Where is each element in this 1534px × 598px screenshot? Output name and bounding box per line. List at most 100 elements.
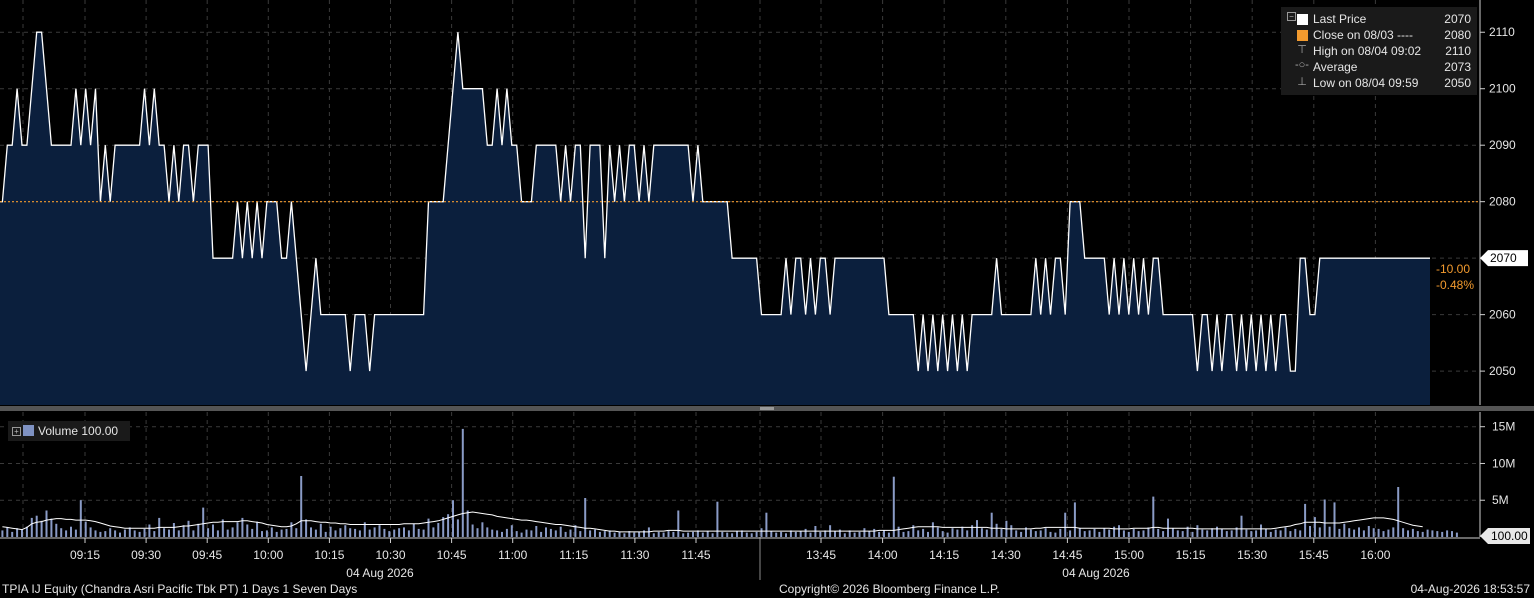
volume-bar [785, 533, 787, 537]
volume-bar [1348, 528, 1351, 537]
volume-bar [618, 531, 621, 537]
volume-bar [652, 533, 655, 537]
volume-bar [324, 531, 327, 537]
volume-legend[interactable]: + Volume 100.00 [8, 421, 130, 441]
legend-value: 2073 [1444, 60, 1471, 74]
price-area-fill [0, 32, 1430, 405]
volume-bar [1451, 531, 1453, 537]
time-tick-label: 15:45 [1299, 548, 1329, 562]
volume-bar [657, 531, 660, 537]
volume-bar [280, 529, 283, 537]
volume-bar [569, 529, 572, 537]
volume-bar [1, 530, 4, 537]
volume-bar [378, 525, 381, 537]
volume-bar [750, 533, 753, 537]
volume-bar [505, 528, 508, 537]
volume-bar [623, 533, 626, 537]
volume-bar [1387, 529, 1390, 537]
volume-bar [35, 515, 38, 537]
close-swatch [1297, 30, 1308, 41]
volume-bar [1426, 529, 1429, 537]
volume-bar [329, 526, 332, 537]
volume-bar [16, 528, 19, 537]
volume-bar [1059, 528, 1062, 537]
volume-bar [1255, 530, 1258, 537]
volume-bar [368, 529, 371, 537]
volume-bar [45, 510, 48, 537]
time-tick-label: 10:45 [437, 548, 467, 562]
volume-bar [1313, 517, 1316, 537]
legend-label: High on 08/04 09:02 [1313, 44, 1422, 58]
volume-bar [1299, 530, 1302, 537]
volume-bar [187, 520, 190, 537]
volume-bars [1, 428, 1458, 537]
volume-bar [403, 527, 405, 537]
volume-bar [123, 529, 126, 537]
price-legend[interactable]: − Last Price 2070 Close on 08/03 ---- 20… [1281, 7, 1477, 95]
volume-bar [1073, 502, 1076, 537]
legend-row-high: ⊤ High on 08/04 09:02 2110 [1281, 43, 1477, 59]
volume-bar [873, 528, 876, 537]
volume-bar [398, 528, 401, 537]
volume-bar [491, 529, 494, 537]
price-tick-label: 2080 [1489, 195, 1516, 209]
volume-bar [11, 531, 14, 537]
volume-bar [172, 523, 175, 537]
last-price-badge-label: 2070 [1490, 251, 1517, 265]
volume-bar [133, 530, 136, 537]
volume-bar [197, 523, 200, 537]
time-tick-label: 10:30 [375, 548, 405, 562]
volume-bar [1147, 527, 1150, 537]
volume-bar [804, 528, 807, 537]
volume-legend-label: Volume 100.00 [38, 424, 119, 438]
volume-bar [711, 533, 714, 537]
time-tick-label: 10:15 [314, 548, 344, 562]
legend-value: 2070 [1444, 12, 1471, 26]
volume-bar [1157, 528, 1160, 537]
volume-bar [246, 524, 249, 537]
volume-bar [456, 519, 459, 537]
volume-bar [922, 528, 925, 537]
volume-bar [481, 522, 484, 537]
volume-bar [285, 528, 288, 537]
volume-bar [1181, 531, 1184, 537]
volume-grid [0, 412, 1480, 537]
volume-bar [892, 476, 895, 537]
volume-bar [794, 531, 797, 537]
volume-bar [452, 500, 454, 537]
volume-bar [6, 527, 9, 537]
volume-bar [819, 531, 822, 537]
price-tick-label: 2100 [1489, 82, 1516, 96]
volume-bar [951, 528, 954, 537]
volume-bar [1171, 528, 1174, 537]
volume-bar [716, 501, 719, 537]
volume-bar [927, 531, 929, 537]
volume-bar [163, 528, 166, 537]
volume-bar [1088, 530, 1091, 537]
volume-bar [667, 531, 670, 537]
volume-legend-collapse-icon[interactable]: + [12, 427, 21, 436]
volume-bar [765, 512, 768, 537]
volume-bar [682, 533, 685, 537]
time-tick-label: 09:30 [131, 548, 161, 562]
volume-bar [1338, 528, 1341, 537]
price-tick-label: 2060 [1489, 308, 1516, 322]
volume-bar [70, 526, 72, 537]
time-tick-label: 16:00 [1360, 548, 1390, 562]
volume-bar [858, 531, 861, 537]
volume-bar [1069, 530, 1072, 537]
volume-bar [701, 532, 704, 537]
legend-row-average: -○- Average 2073 [1281, 59, 1477, 75]
volume-bar [212, 524, 214, 537]
volume-bar [1284, 527, 1287, 537]
volume-bar [687, 532, 690, 537]
volume-bar [545, 527, 547, 537]
price-tick-label: 2110 [1489, 25, 1515, 39]
volume-bar [109, 528, 112, 537]
volume-bar [887, 532, 890, 537]
footer-timestamp: 04-Aug-2026 18:53:57 [1410, 582, 1530, 596]
volume-bar [976, 520, 978, 537]
volume-bar [270, 527, 273, 537]
volume-bar [55, 523, 58, 537]
volume-bar [603, 531, 606, 537]
